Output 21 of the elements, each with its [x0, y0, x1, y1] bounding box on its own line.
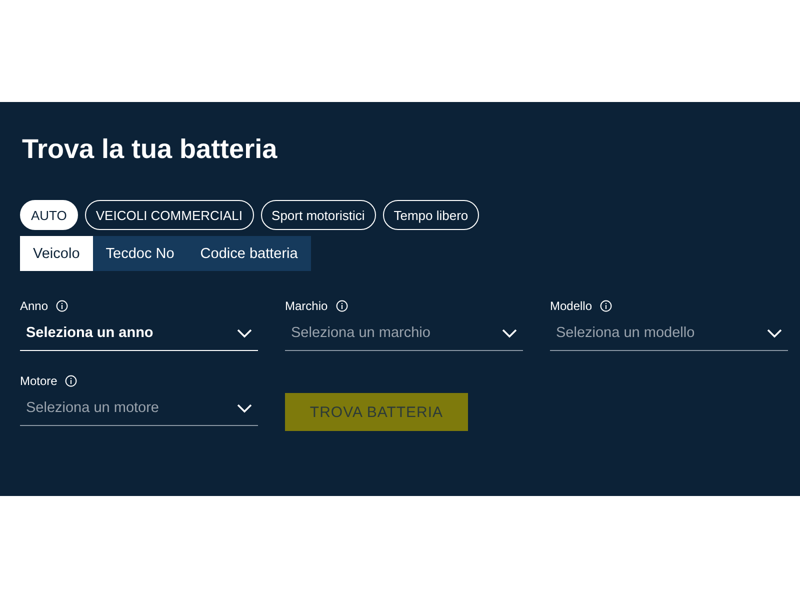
chevron-down-icon — [502, 328, 517, 338]
category-pill[interactable]: VEICOLI COMMERCIALI — [84, 200, 254, 230]
tab[interactable]: Tecdoc No — [92, 236, 188, 271]
tab[interactable]: Veicolo — [20, 236, 93, 271]
tab[interactable]: Codice batteria — [187, 236, 311, 271]
category-pill[interactable]: AUTO — [20, 200, 78, 230]
field-label: Marchio — [285, 299, 328, 313]
chevron-down-icon — [237, 328, 252, 338]
select-field[interactable]: Seleziona un anno — [20, 316, 258, 351]
chevron-down-icon — [767, 328, 782, 338]
info-icon[interactable] — [600, 300, 612, 312]
chevron-down-icon — [237, 404, 252, 412]
info-icon[interactable] — [336, 300, 348, 312]
category-pill[interactable]: Tempo libero — [382, 200, 480, 230]
info-icon[interactable] — [56, 300, 68, 312]
info-icon[interactable] — [65, 375, 78, 387]
panel-title: Trova la tua batteria — [22, 133, 278, 166]
category-pill[interactable]: Sport motoristici — [260, 200, 376, 230]
field-label: Anno — [20, 299, 48, 313]
field-label: Motore — [20, 374, 58, 388]
field-label: Modello — [550, 299, 592, 313]
